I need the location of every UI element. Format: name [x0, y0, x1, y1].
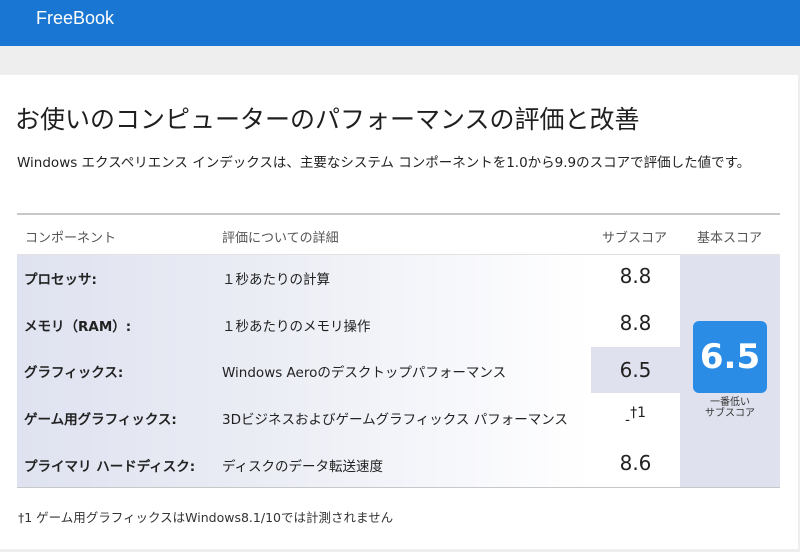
base-score-badge: 6.5 [693, 321, 767, 393]
row-detail-memory: １秒あたりのメモリ操作 [222, 319, 371, 335]
row-detail-hard-disk: ディスクのデータ転送速度 [222, 459, 384, 475]
row-name-memory: メモリ（RAM）: [24, 319, 132, 335]
top-bar: FreeBook [0, 0, 800, 46]
row-name-hard-disk: プライマリ ハードディスク: [24, 459, 196, 475]
row-name-graphics: グラフィックス: [24, 365, 124, 381]
app-brand[interactable]: FreeBook [36, 8, 114, 29]
page-description: Windows エクスペリエンス インデックスは、主要なシステム コンポーネント… [17, 155, 751, 171]
row-name-processor: プロセッサ: [24, 272, 97, 288]
score-footnote-mark: †1 [630, 405, 646, 421]
row-detail-gaming-graphics: 3Dビジネスおよびゲームグラフィックス パフォーマンス [222, 412, 568, 428]
header-detail: 評価についての詳細 [222, 231, 339, 246]
footnote: †1 ゲーム用グラフィックスはWindows8.1/10では計測されません [18, 510, 394, 525]
header-basescore: 基本スコア [697, 231, 763, 246]
row-detail-graphics: Windows Aeroのデスクトップパフォーマンス [222, 365, 507, 381]
row-score-graphics: 6.5 [619, 358, 652, 382]
row-name-gaming-graphics: ゲーム用グラフィックス: [24, 412, 177, 428]
row-score-gaming-graphics: -†1 [591, 405, 680, 430]
base-score-label: 一番低い サブスコア [680, 397, 780, 419]
header-divider [17, 254, 780, 255]
header-component: コンポーネント [25, 231, 117, 246]
header-subscore: サブスコア [602, 231, 668, 246]
row-score-hard-disk: 8.6 [619, 451, 652, 475]
page-title: お使いのコンピューターのパフォーマンスの評価と改善 [15, 105, 640, 134]
row-score-processor: 8.8 [619, 264, 652, 288]
base-score-label-line2: サブスコア [705, 408, 755, 419]
row-detail-processor: １秒あたりの計算 [222, 272, 330, 288]
base-score-label-line1: 一番低い [710, 397, 750, 408]
row-score-memory: 8.8 [619, 311, 652, 335]
